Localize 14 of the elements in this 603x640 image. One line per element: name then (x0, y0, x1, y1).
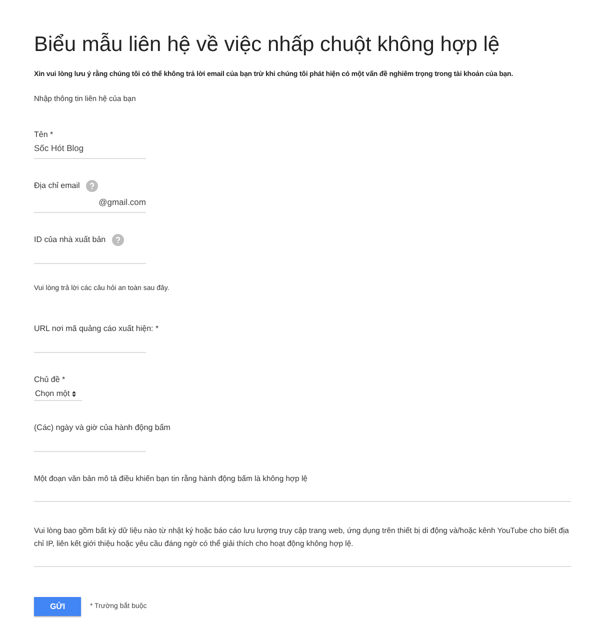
field-label: URL nơi mã quảng cáo xuất hiện: * (34, 323, 159, 336)
form-title: Biểu mẫu liên hệ về việc nhấp chuột không hợp lệ (34, 32, 501, 58)
field-label: Địa chỉ email (34, 180, 80, 192)
email-field[interactable]: @gmail.com (34, 192, 146, 213)
help-icon[interactable] (86, 180, 98, 192)
field-label: ID của nhà xuất bản (34, 234, 106, 246)
topic-dropdown[interactable]: Chọn một (34, 387, 82, 402)
field-label: (Các) ngày và giờ của hành động bấm (34, 422, 170, 434)
field-label: Chủ đề * (34, 374, 66, 386)
sort-arrows-icon (72, 390, 76, 397)
text-field[interactable]: Sốc Hót Blog (34, 142, 146, 159)
help-icon[interactable] (112, 234, 124, 246)
field-label: Tên * (34, 128, 54, 141)
submit-button[interactable]: GỬI (34, 597, 81, 616)
